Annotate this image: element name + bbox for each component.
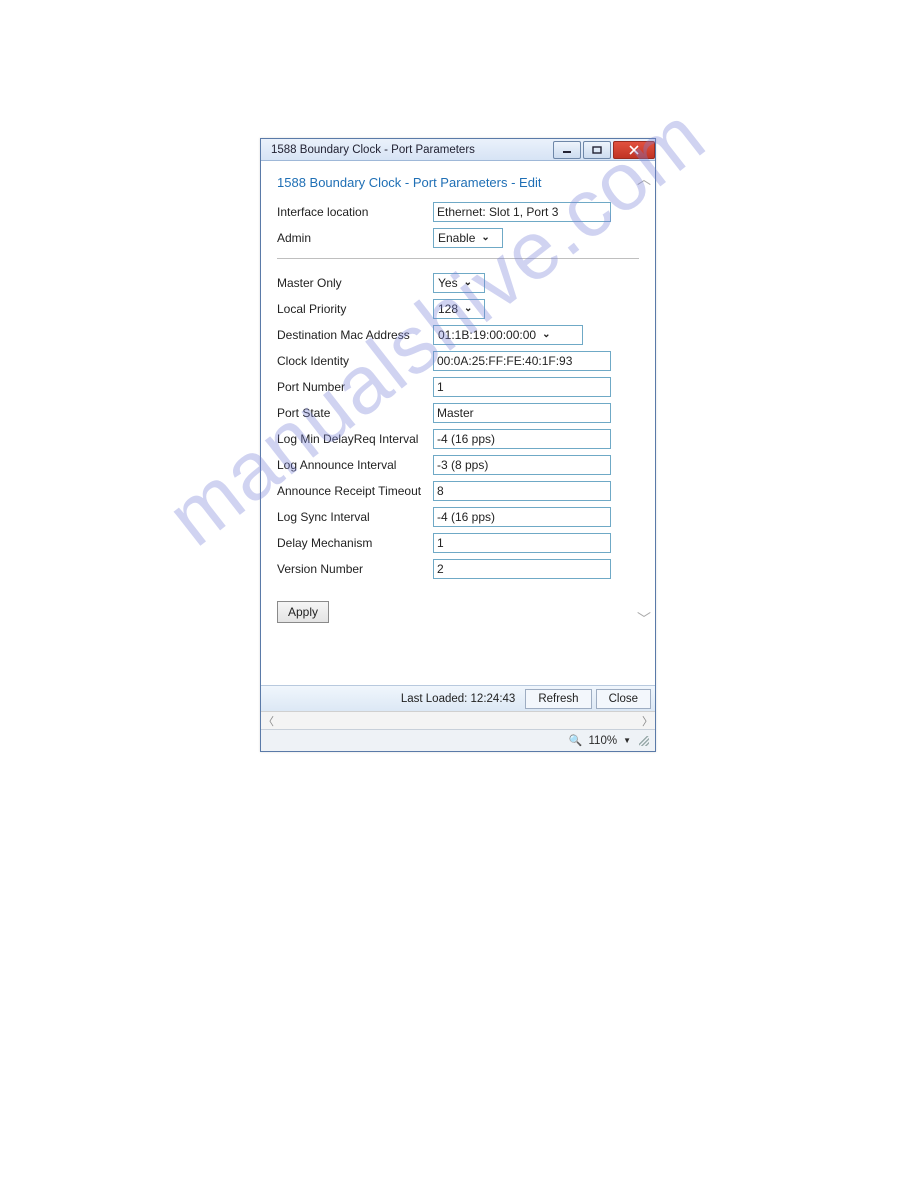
zoom-dropdown-icon[interactable]: ▼	[623, 736, 631, 745]
dropdown-master-only-value: Yes	[438, 276, 458, 290]
label-log-announce: Log Announce Interval	[277, 458, 433, 472]
chevron-down-icon: ⌄	[481, 233, 489, 243]
label-version: Version Number	[277, 562, 433, 576]
row-clock-identity: Clock Identity 00:0A:25:FF:FE:40:1F:93	[277, 351, 639, 371]
field-announce-timeout: 8	[433, 481, 611, 501]
titlebar[interactable]: 1588 Boundary Clock - Port Parameters	[261, 139, 655, 161]
zoom-level: 110%	[589, 735, 618, 747]
dropdown-local-priority-value: 128	[438, 302, 458, 316]
scroll-left-icon[interactable]: 〈	[263, 713, 274, 729]
label-log-min-delayreq: Log Min DelayReq Interval	[277, 432, 433, 446]
field-clock-identity: 00:0A:25:FF:FE:40:1F:93	[433, 351, 611, 371]
field-interface-location: Ethernet: Slot 1, Port 3	[433, 202, 611, 222]
page-heading: 1588 Boundary Clock - Port Parameters - …	[277, 175, 639, 190]
close-window-button[interactable]	[613, 141, 655, 159]
last-loaded-text: Last Loaded: 12:24:43	[401, 693, 515, 705]
field-log-min-delayreq: -4 (16 pps)	[433, 429, 611, 449]
row-port-state: Port State Master	[277, 403, 639, 423]
label-interface-location: Interface location	[277, 205, 433, 219]
refresh-button[interactable]: Refresh	[525, 689, 591, 709]
row-port-number: Port Number 1	[277, 377, 639, 397]
minimize-button[interactable]	[553, 141, 581, 159]
dropdown-dest-mac-value: 01:1B:19:00:00:00	[438, 328, 536, 342]
scroll-up-icon[interactable]: ︿	[637, 169, 651, 189]
row-announce-timeout: Announce Receipt Timeout 8	[277, 481, 639, 501]
scroll-down-icon[interactable]: ﹀	[637, 609, 651, 629]
horizontal-scrollbar[interactable]: 〈 〉	[261, 711, 655, 729]
maximize-button[interactable]	[583, 141, 611, 159]
row-interface-location: Interface location Ethernet: Slot 1, Por…	[277, 202, 639, 222]
row-log-min-delayreq: Log Min DelayReq Interval -4 (16 pps)	[277, 429, 639, 449]
row-admin: Admin Enable ⌄	[277, 228, 639, 248]
resize-grip-icon[interactable]	[639, 736, 649, 746]
window-title: 1588 Boundary Clock - Port Parameters	[271, 144, 475, 156]
field-delay-mech: 1	[433, 533, 611, 553]
label-port-number: Port Number	[277, 380, 433, 394]
dropdown-master-only[interactable]: Yes ⌄	[433, 273, 485, 293]
row-dest-mac: Destination Mac Address 01:1B:19:00:00:0…	[277, 325, 639, 345]
field-port-state: Master	[433, 403, 611, 423]
row-local-priority: Local Priority 128 ⌄	[277, 299, 639, 319]
row-delay-mech: Delay Mechanism 1	[277, 533, 639, 553]
status-bar: 🔍 110% ▼	[261, 729, 655, 751]
row-version: Version Number 2	[277, 559, 639, 579]
close-button[interactable]: Close	[596, 689, 651, 709]
chevron-down-icon: ⌄	[464, 304, 472, 314]
row-log-sync: Log Sync Interval -4 (16 pps)	[277, 507, 639, 527]
label-admin: Admin	[277, 231, 433, 245]
chevron-down-icon: ⌄	[542, 330, 550, 340]
label-local-priority: Local Priority	[277, 302, 433, 316]
field-port-number: 1	[433, 377, 611, 397]
label-announce-timeout: Announce Receipt Timeout	[277, 484, 433, 498]
chevron-down-icon: ⌄	[464, 278, 472, 288]
row-log-announce: Log Announce Interval -3 (8 pps)	[277, 455, 639, 475]
label-port-state: Port State	[277, 406, 433, 420]
dropdown-dest-mac[interactable]: 01:1B:19:00:00:00 ⌄	[433, 325, 583, 345]
label-delay-mech: Delay Mechanism	[277, 536, 433, 550]
label-log-sync: Log Sync Interval	[277, 510, 433, 524]
dropdown-admin[interactable]: Enable ⌄	[433, 228, 503, 248]
scroll-right-icon[interactable]: 〉	[642, 713, 653, 729]
window-controls	[553, 140, 655, 160]
content-area: ︿ 1588 Boundary Clock - Port Parameters …	[261, 161, 655, 685]
zoom-icon[interactable]: 🔍	[569, 734, 583, 747]
footer-bar: Last Loaded: 12:24:43 Refresh Close	[261, 685, 655, 711]
label-master-only: Master Only	[277, 276, 433, 290]
field-log-sync: -4 (16 pps)	[433, 507, 611, 527]
label-clock-identity: Clock Identity	[277, 354, 433, 368]
row-master-only: Master Only Yes ⌄	[277, 273, 639, 293]
dropdown-admin-value: Enable	[438, 231, 475, 245]
divider	[277, 258, 639, 259]
field-version: 2	[433, 559, 611, 579]
dropdown-local-priority[interactable]: 128 ⌄	[433, 299, 485, 319]
dialog-window: 1588 Boundary Clock - Port Parameters ︿ …	[260, 138, 656, 752]
apply-button[interactable]: Apply	[277, 601, 329, 623]
label-dest-mac: Destination Mac Address	[277, 328, 433, 342]
field-log-announce: -3 (8 pps)	[433, 455, 611, 475]
